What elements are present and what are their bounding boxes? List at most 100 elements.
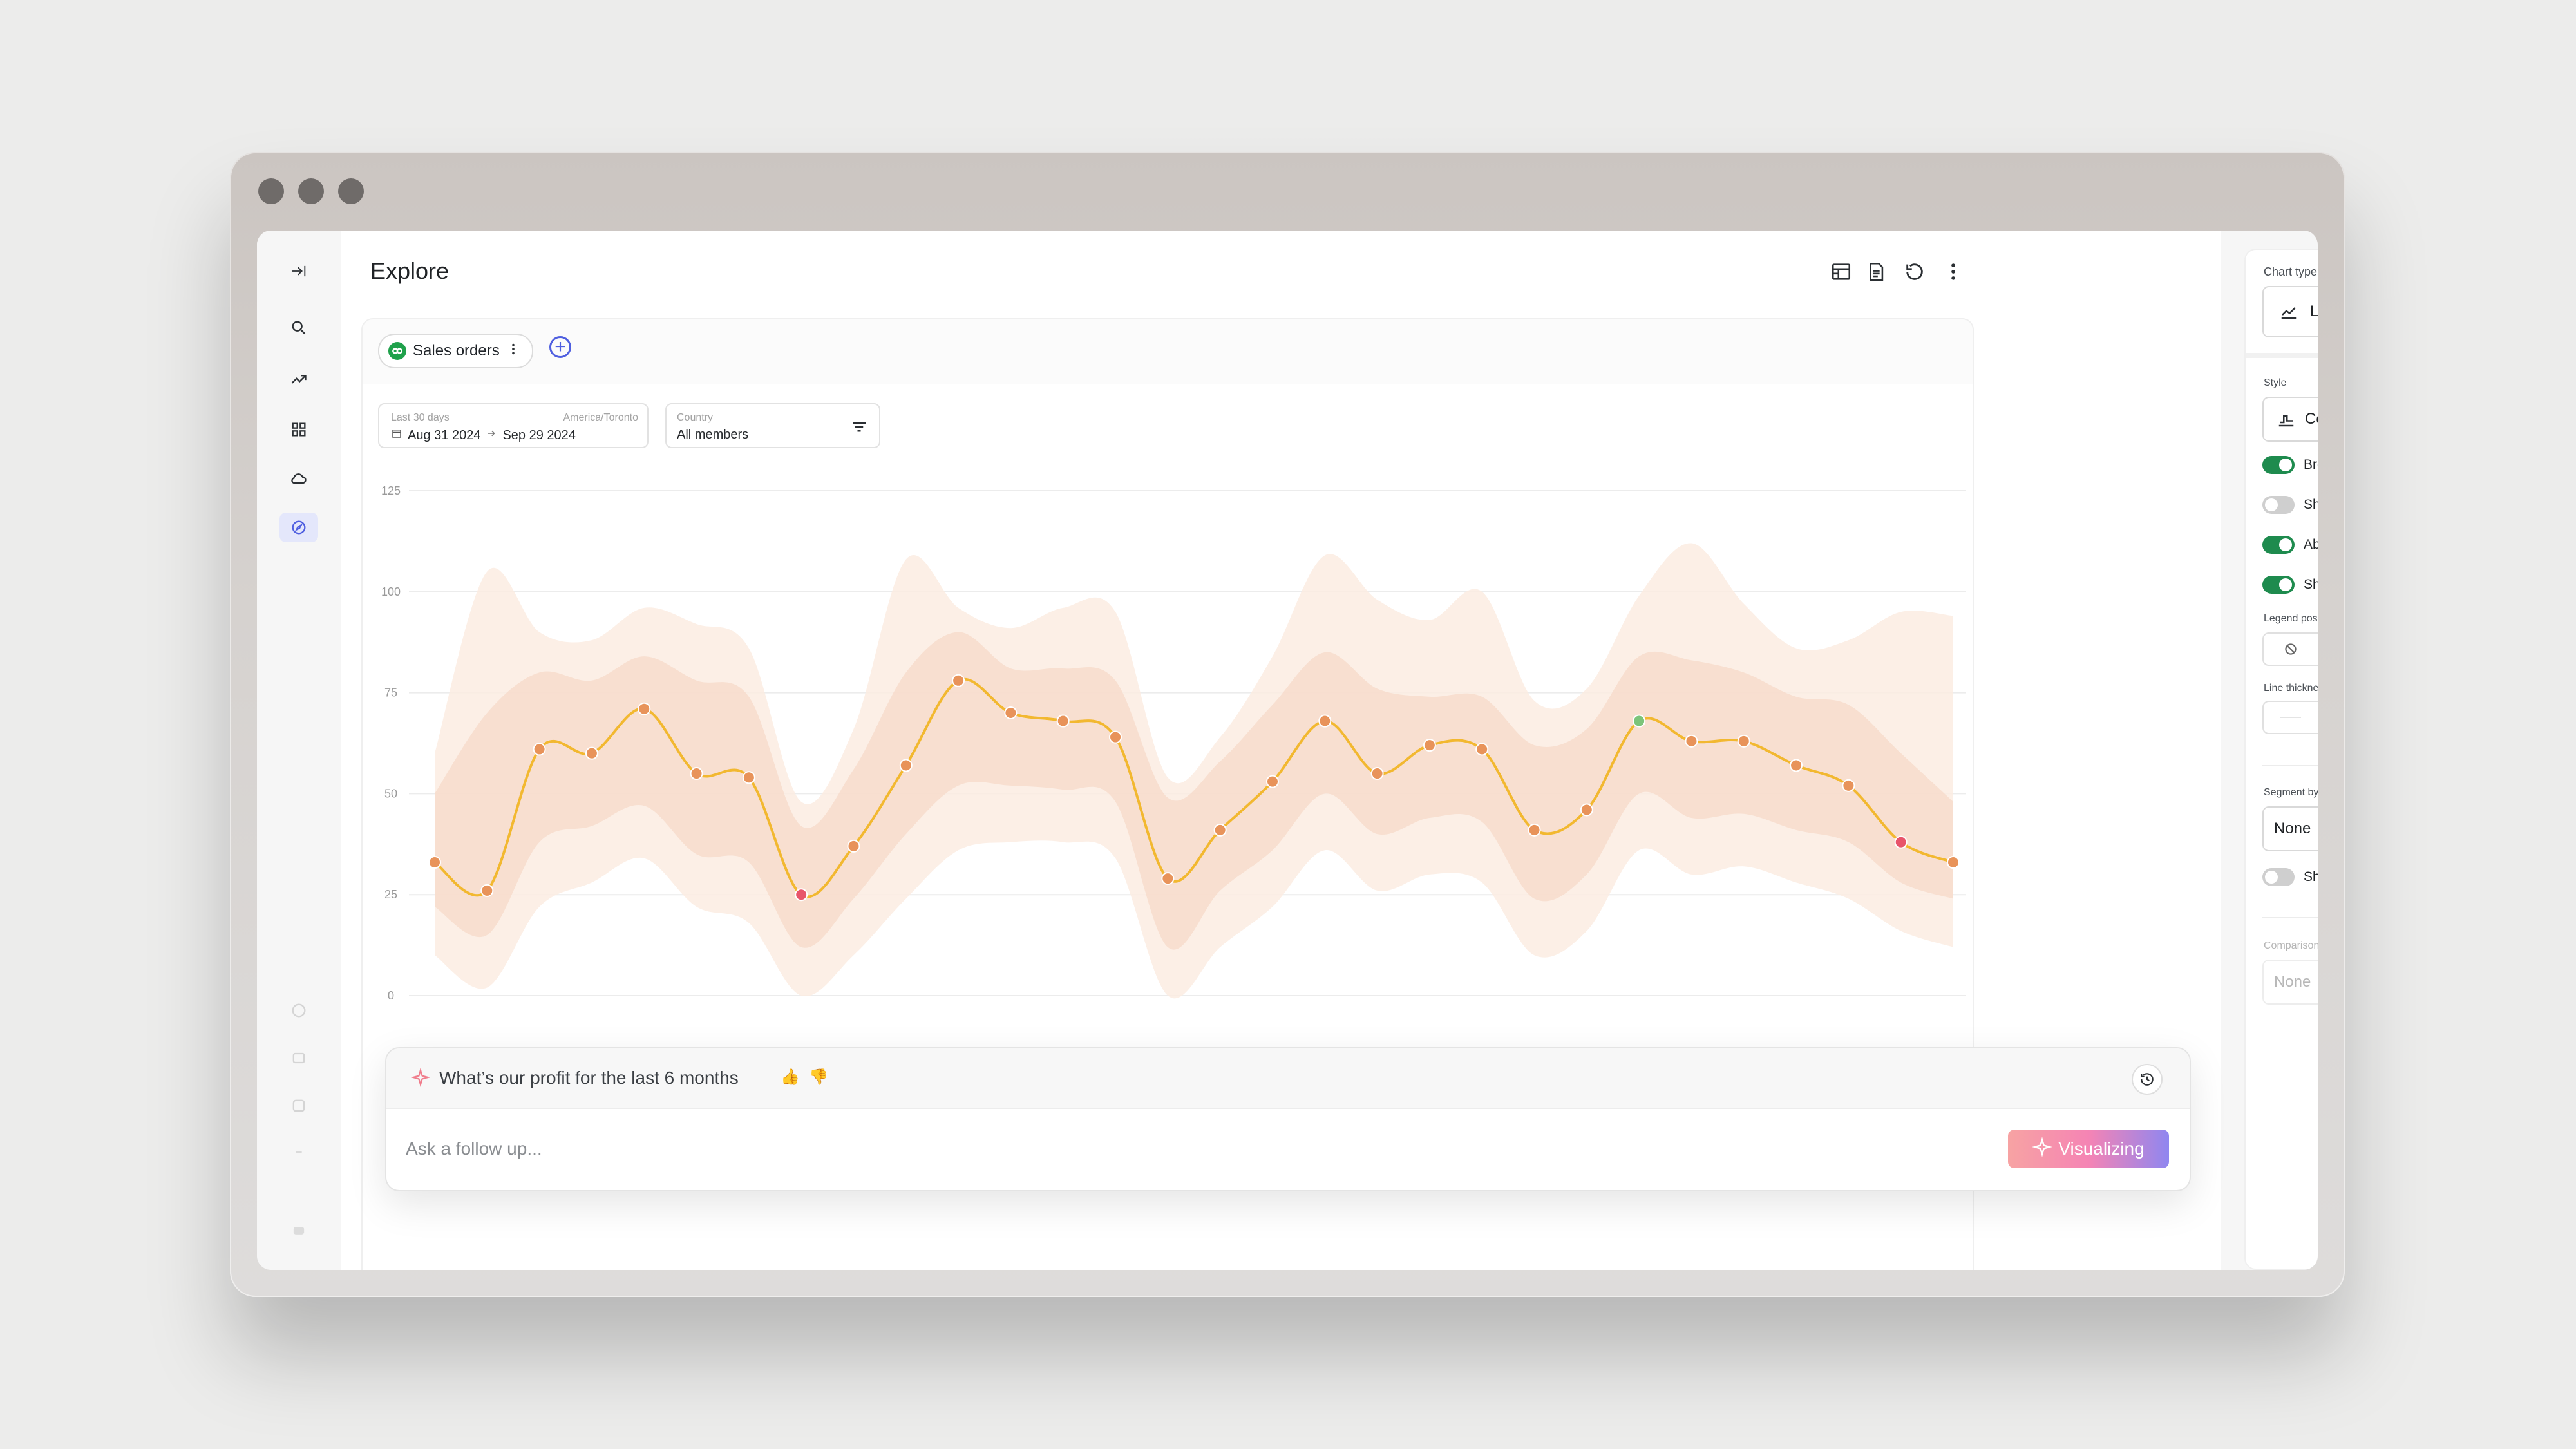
data-point[interactable] — [533, 743, 546, 756]
sparkle-icon — [2032, 1136, 2053, 1161]
window-minimize-dot[interactable] — [298, 178, 324, 204]
sidebar — [257, 231, 342, 1270]
help-icon[interactable] — [279, 996, 318, 1025]
legend-position-control — [2262, 632, 2318, 666]
data-point[interactable] — [1109, 730, 1122, 744]
style-select[interactable]: Column — [2262, 397, 2318, 442]
data-point[interactable] — [1161, 872, 1175, 886]
data-point[interactable] — [847, 839, 860, 853]
info-icon[interactable] — [279, 1137, 318, 1167]
dashboard-icon[interactable] — [279, 415, 318, 444]
toggle-values-as-labels[interactable]: Show values as labels — [2262, 496, 2318, 514]
source-logo-icon — [388, 342, 406, 360]
toggle-label: Abbreviate long values — [2304, 537, 2318, 552]
settings-icon[interactable] — [279, 1091, 318, 1121]
expand-sidebar-icon[interactable] — [279, 256, 318, 286]
document-icon[interactable] — [1862, 258, 1890, 286]
refresh-icon[interactable] — [1900, 258, 1929, 286]
data-point[interactable] — [428, 856, 441, 869]
trend-icon[interactable] — [279, 365, 318, 394]
page-title: Explore — [370, 258, 450, 284]
data-point[interactable] — [742, 771, 755, 784]
chart-type-label: Chart type — [2264, 265, 2318, 278]
data-point[interactable] — [1423, 739, 1436, 752]
data-point[interactable] — [1580, 803, 1593, 817]
window-zoom-dot[interactable] — [338, 178, 364, 204]
data-point[interactable] — [1056, 714, 1070, 728]
segment-by-value: None — [2274, 820, 2311, 837]
toggle-switch[interactable] — [2262, 456, 2295, 474]
data-point[interactable] — [1318, 714, 1332, 728]
data-point[interactable] — [480, 884, 494, 897]
toggle-label: Break lines for blank values — [2304, 457, 2318, 472]
data-point[interactable] — [638, 702, 651, 715]
ask-question-bar: What’s our profit for the last 6 months … — [386, 1048, 2190, 1109]
y-tick-label: 50 — [384, 787, 397, 800]
cloud-icon[interactable] — [279, 464, 318, 493]
comparison-select[interactable]: None — [2262, 960, 2318, 1005]
source-more-icon[interactable] — [506, 342, 520, 361]
follow-up-input[interactable]: Ask a follow up... — [406, 1139, 542, 1159]
toggle-break-lines[interactable]: Break lines for blank values — [2262, 456, 2318, 474]
toggle-show-total[interactable]: Show total — [2262, 868, 2318, 886]
segment-by-select[interactable]: None — [2262, 806, 2318, 851]
chart-bands — [435, 543, 1953, 999]
data-point[interactable] — [899, 759, 913, 772]
data-point[interactable] — [1685, 734, 1698, 748]
data-point[interactable] — [1790, 759, 1803, 772]
data-point[interactable] — [1737, 734, 1750, 748]
segment-by-label: Segment by — [2264, 787, 2318, 798]
avatar[interactable] — [279, 1216, 318, 1245]
section-divider — [2262, 917, 2318, 918]
asked-question: What’s our profit for the last 6 months — [439, 1068, 739, 1088]
toggle-switch[interactable] — [2262, 496, 2295, 514]
thumbs-up-icon[interactable]: 👍 — [781, 1068, 800, 1086]
source-pill[interactable]: Sales orders — [378, 334, 533, 368]
window-close-dot[interactable] — [258, 178, 284, 204]
notifications-icon[interactable] — [279, 1043, 318, 1073]
source-label: Sales orders — [413, 342, 500, 359]
data-point-highlight-red[interactable] — [1894, 835, 1908, 849]
add-source-button[interactable]: + — [549, 336, 571, 358]
toggle-switch[interactable] — [2262, 576, 2295, 594]
step-line-icon — [2277, 410, 2296, 429]
legend-none-icon[interactable] — [2264, 634, 2318, 665]
table-view-icon[interactable] — [1827, 258, 1855, 286]
data-point[interactable] — [1947, 856, 1960, 869]
toggle-label: Show values as labels — [2304, 497, 2318, 512]
comparison-value: None — [2274, 973, 2311, 990]
chart-type-value: Line / Area — [2310, 303, 2318, 320]
data-point[interactable] — [690, 767, 703, 781]
toggle-abbreviate[interactable]: Abbreviate long values — [2262, 536, 2318, 554]
data-point[interactable] — [1370, 767, 1384, 781]
data-point[interactable] — [1213, 823, 1227, 837]
toggle-switch[interactable] — [2262, 536, 2295, 554]
data-point-highlight-green[interactable] — [1633, 714, 1646, 728]
data-point[interactable] — [1265, 775, 1279, 788]
chart-settings-panel: Chart type Line / Area Style Column — [2244, 249, 2318, 1270]
toggle-show-points[interactable]: Show points — [2262, 576, 2318, 594]
data-point[interactable] — [1528, 823, 1541, 837]
comparison-label: Comparison — [2264, 940, 2318, 951]
more-options-icon[interactable] — [1939, 258, 1967, 286]
thickness-1-icon[interactable] — [2264, 702, 2318, 733]
data-point[interactable] — [952, 674, 965, 687]
line-chart-icon — [2279, 302, 2298, 321]
data-point[interactable] — [1004, 706, 1018, 719]
chart-type-select[interactable]: Line / Area — [2262, 286, 2318, 337]
y-tick-label: 100 — [381, 585, 401, 598]
data-point[interactable] — [1842, 779, 1855, 792]
toggle-switch[interactable] — [2262, 868, 2295, 886]
thumbs-down-icon[interactable]: 👎 — [809, 1068, 828, 1086]
explore-compass-icon[interactable] — [279, 513, 318, 542]
search-icon[interactable] — [279, 313, 318, 343]
history-icon[interactable] — [2132, 1064, 2163, 1095]
data-point[interactable] — [585, 746, 598, 760]
data-point[interactable] — [1475, 743, 1489, 756]
data-point-highlight-red[interactable] — [795, 888, 808, 902]
y-tick-label: 125 — [381, 484, 401, 497]
visualizing-button[interactable]: Visualizing — [2008, 1130, 2169, 1168]
section-divider — [2246, 353, 2318, 358]
toggle-label: Show points — [2304, 577, 2318, 592]
section-divider — [2262, 765, 2318, 766]
